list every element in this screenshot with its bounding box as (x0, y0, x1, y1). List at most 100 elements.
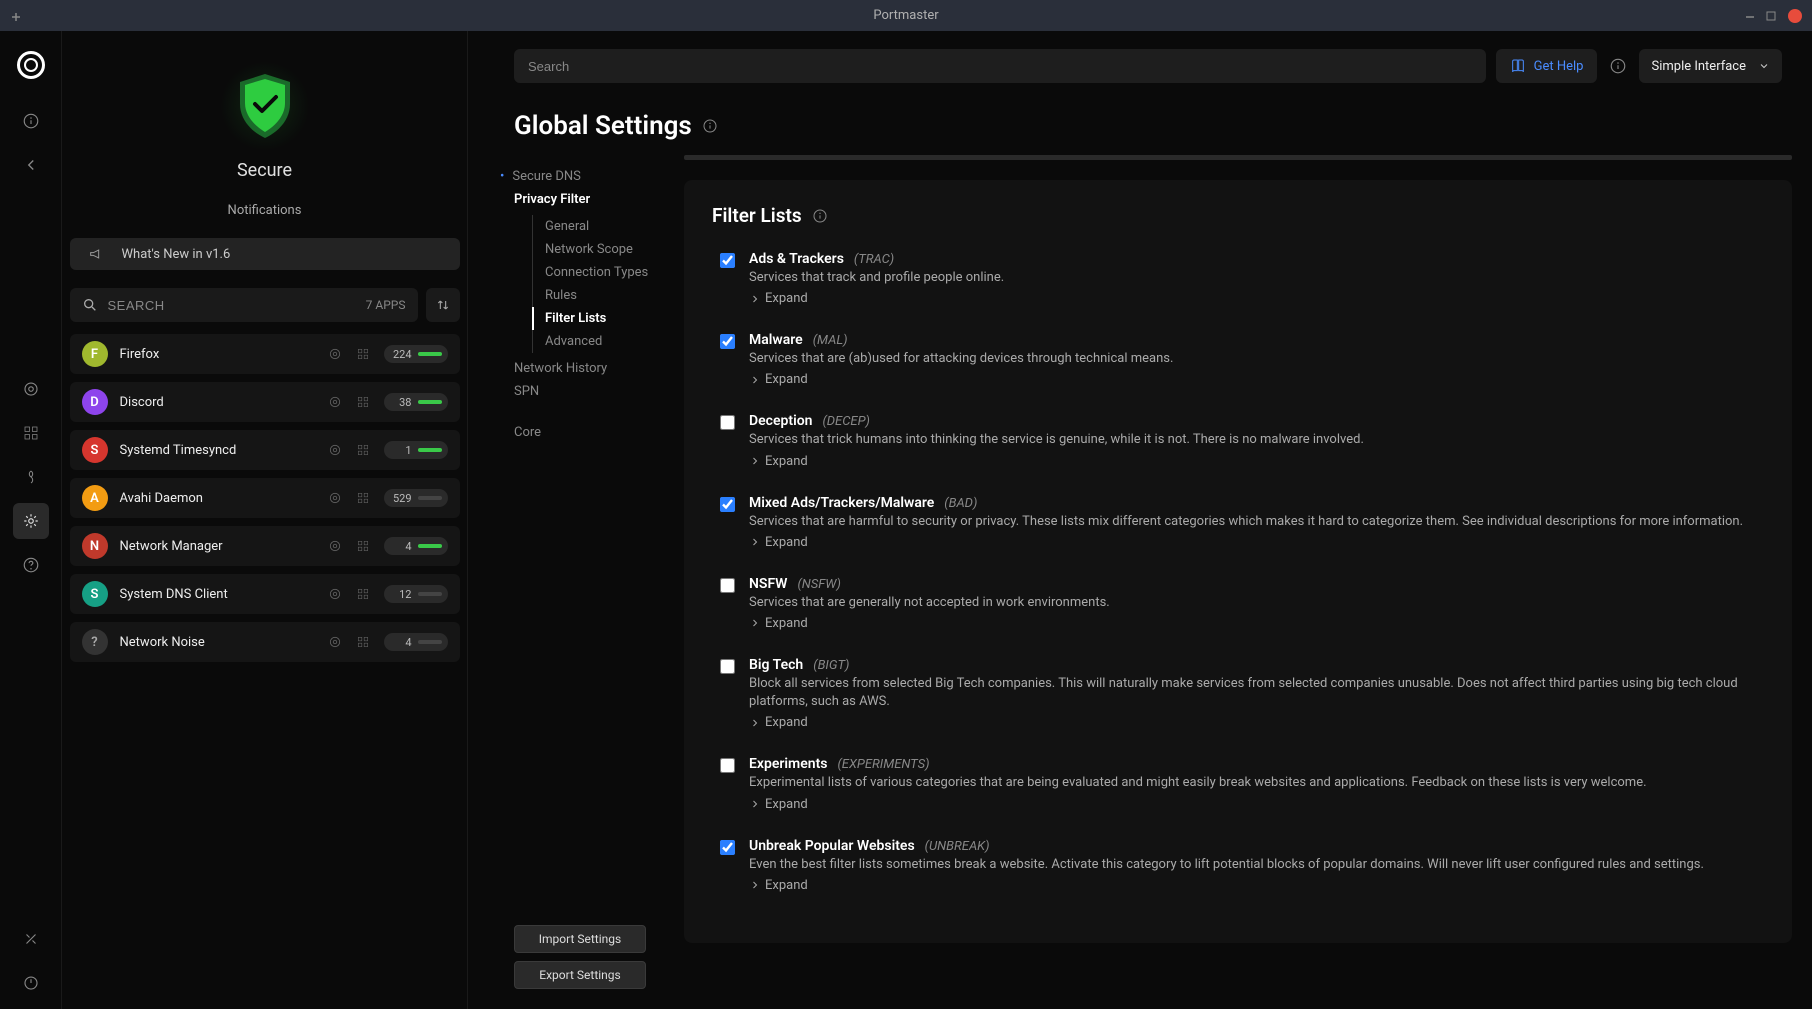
scroll-indicator (684, 155, 1792, 160)
app-row[interactable]: NNetwork Manager4 (70, 526, 460, 566)
app-grid-icon[interactable] (356, 539, 372, 553)
nav-spn[interactable]: SPN (514, 380, 654, 403)
nav-filter-lists[interactable]: Filter Lists (532, 307, 654, 330)
filter-code-label: (MAL) (813, 333, 848, 348)
filter-checkbox[interactable] (720, 758, 735, 773)
filter-checkbox[interactable] (720, 497, 735, 512)
secure-status-label: Secure (237, 160, 292, 181)
filter-expand-button[interactable]: Expand (749, 454, 1764, 469)
filter-checkbox[interactable] (720, 415, 735, 430)
filter-expand-button[interactable]: Expand (749, 616, 1764, 631)
titlebar-add-icon[interactable] (10, 11, 20, 21)
filter-code-label: (NSFW) (797, 577, 840, 592)
app-row[interactable]: FFirefox224 (70, 334, 460, 374)
nav-rules[interactable]: Rules (545, 284, 654, 307)
nav-core[interactable]: Core (514, 421, 654, 444)
filter-description: Services that are generally not accepted… (749, 594, 1764, 612)
apps-search-box[interactable]: 7 APPS (70, 288, 418, 322)
nav-privacy-filter[interactable]: Privacy Filter (514, 188, 654, 211)
title-info-icon[interactable] (702, 118, 718, 134)
rail-apps-icon[interactable] (13, 415, 49, 451)
maximize-button[interactable] (1766, 11, 1776, 21)
nav-connection-types[interactable]: Connection Types (545, 261, 654, 284)
app-target-icon[interactable] (328, 635, 344, 649)
filter-checkbox[interactable] (720, 659, 735, 674)
toolbar-info-icon[interactable] (1607, 55, 1629, 77)
rail-info-icon[interactable] (13, 103, 49, 139)
app-connection-count: 529 (393, 492, 412, 505)
nav-secure-dns[interactable]: Secure DNS (514, 165, 654, 188)
app-target-icon[interactable] (328, 491, 344, 505)
filter-expand-button[interactable]: Expand (749, 535, 1764, 550)
filter-item: Big Tech(BIGT)Block all services from se… (712, 657, 1764, 730)
app-avatar: N (82, 533, 108, 559)
rail-back-icon[interactable] (13, 147, 49, 183)
rail-settings-icon[interactable] (13, 503, 49, 539)
app-row[interactable]: DDiscord38 (70, 382, 460, 422)
app-name-label: Network Noise (120, 635, 316, 650)
filter-name-label: Big Tech (749, 657, 803, 673)
app-avatar: ? (82, 629, 108, 655)
settings-nav: Secure DNS Privacy Filter General Networ… (498, 155, 654, 1009)
app-grid-icon[interactable] (356, 587, 372, 601)
export-settings-button[interactable]: Export Settings (514, 961, 646, 989)
app-target-icon[interactable] (328, 443, 344, 457)
app-status-bar (418, 352, 442, 356)
window-title: Portmaster (873, 8, 938, 23)
app-row[interactable]: SSystemd Timesyncd1 (70, 430, 460, 470)
notifications-label: Notifications (228, 203, 302, 218)
app-target-icon[interactable] (328, 347, 344, 361)
expand-label: Expand (765, 291, 808, 306)
filter-expand-button[interactable]: Expand (749, 797, 1764, 812)
minimize-button[interactable] (1744, 11, 1754, 21)
app-target-icon[interactable] (328, 539, 344, 553)
nav-general[interactable]: General (545, 215, 654, 238)
filter-checkbox[interactable] (720, 253, 735, 268)
main-search-box[interactable] (514, 49, 1486, 83)
app-status-bar (418, 400, 442, 404)
filter-checkbox[interactable] (720, 578, 735, 593)
rail-help-icon[interactable] (13, 547, 49, 583)
app-logo-icon[interactable] (17, 51, 45, 79)
app-avatar: D (82, 389, 108, 415)
rail-monitor-icon[interactable] (13, 371, 49, 407)
filter-checkbox[interactable] (720, 334, 735, 349)
filter-name-label: Experiments (749, 756, 827, 772)
rail-tools-icon[interactable] (13, 921, 49, 957)
app-target-icon[interactable] (328, 587, 344, 601)
apps-search-input[interactable] (108, 298, 356, 313)
nav-advanced[interactable]: Advanced (545, 330, 654, 353)
app-connection-count: 224 (393, 348, 412, 361)
app-grid-icon[interactable] (356, 491, 372, 505)
filter-expand-button[interactable]: Expand (749, 715, 1764, 730)
app-row[interactable]: AAvahi Daemon529 (70, 478, 460, 518)
app-row[interactable]: ?Network Noise4 (70, 622, 460, 662)
filter-expand-button[interactable]: Expand (749, 878, 1764, 893)
app-avatar: S (82, 581, 108, 607)
expand-label: Expand (765, 878, 808, 893)
close-button[interactable] (1788, 9, 1802, 23)
sort-button[interactable] (426, 288, 460, 322)
import-settings-button[interactable]: Import Settings (514, 925, 646, 953)
filter-expand-button[interactable]: Expand (749, 372, 1764, 387)
filter-name-label: Malware (749, 332, 803, 348)
filter-expand-button[interactable]: Expand (749, 291, 1764, 306)
app-row[interactable]: SSystem DNS Client12 (70, 574, 460, 614)
rail-power-icon[interactable] (13, 965, 49, 1001)
filter-checkbox[interactable] (720, 840, 735, 855)
rail-map-icon[interactable] (13, 459, 49, 495)
app-grid-icon[interactable] (356, 395, 372, 409)
app-grid-icon[interactable] (356, 443, 372, 457)
main-search-input[interactable] (528, 59, 1472, 74)
app-grid-icon[interactable] (356, 635, 372, 649)
app-grid-icon[interactable] (356, 347, 372, 361)
whatsnew-banner[interactable]: What's New in v1.6 (70, 238, 460, 270)
panel-info-icon[interactable] (812, 208, 828, 224)
interface-mode-select[interactable]: Simple Interface (1639, 49, 1782, 83)
nav-network-scope[interactable]: Network Scope (545, 238, 654, 261)
app-connections-badge: 529 (384, 489, 448, 507)
chevron-right-icon (749, 455, 761, 467)
nav-network-history[interactable]: Network History (514, 357, 654, 380)
get-help-button[interactable]: Get Help (1496, 49, 1598, 83)
app-target-icon[interactable] (328, 395, 344, 409)
